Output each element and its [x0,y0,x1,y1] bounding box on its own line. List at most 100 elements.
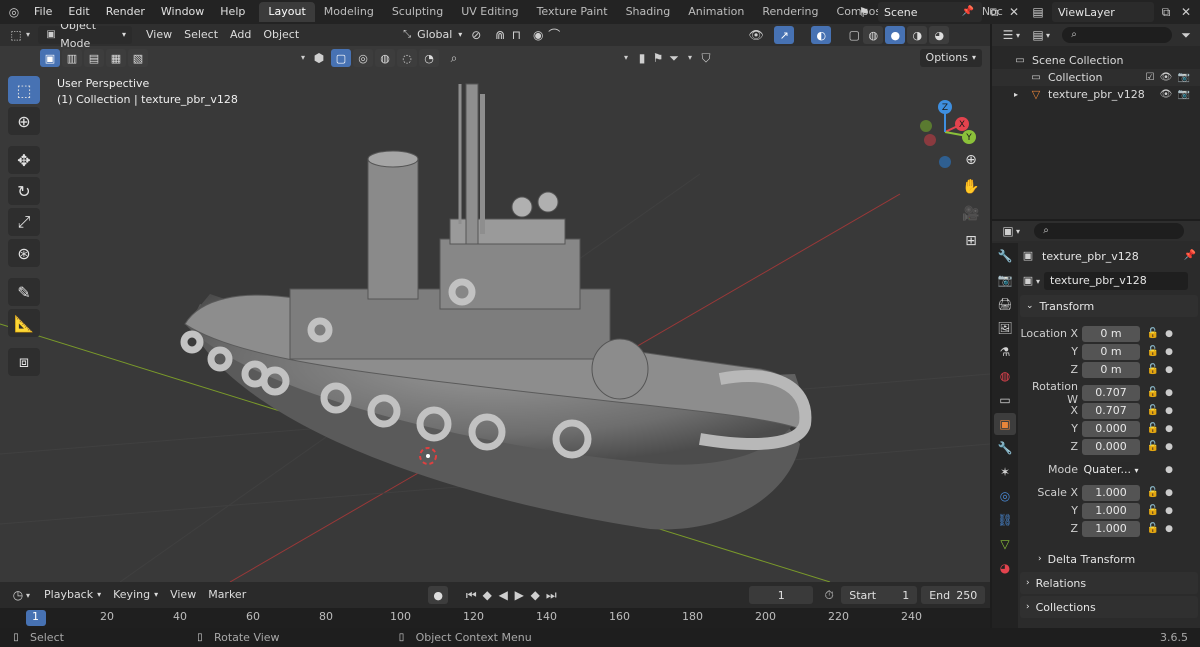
new-scene-icon[interactable]: ⧉ [986,4,1002,20]
lock-icon[interactable]: 🔓 [1146,487,1160,498]
menu-timeline-view[interactable]: View [164,586,202,604]
snap-target-icon[interactable]: ⊓ [508,27,524,43]
perspective-grid-icon[interactable]: ⊞ [958,229,984,253]
filter-text-icon[interactable]: ◔ [419,49,439,67]
overlays-toggle-icon[interactable]: ◐ [811,26,832,44]
material-tab-icon[interactable]: ◕ [994,557,1016,579]
constraints-tab-icon[interactable]: ⛓ [994,509,1016,531]
rotation-x-field[interactable]: 0.707 [1082,402,1140,419]
timeline-ruler[interactable]: 1 20 40 60 80 100 120 140 160 180 200 22… [0,608,990,628]
menu-keying[interactable]: Keying ▾ [107,586,164,604]
move-tool-icon[interactable]: ✥ [8,146,40,174]
menu-marker[interactable]: Marker [202,586,252,604]
view-layer-selector[interactable]: ViewLayer [1052,2,1154,22]
location-z-field[interactable]: 0 m [1082,361,1140,378]
properties-search-input[interactable]: ⌕ [1034,223,1185,239]
collections-panel-header[interactable]: › Collections [1020,596,1198,618]
tugboat-model[interactable] [180,83,812,530]
scale-x-field[interactable]: 1.000 [1082,484,1140,501]
tab-sculpting[interactable]: Sculpting [383,2,452,22]
start-frame-field[interactable]: Start 1 [841,586,918,604]
outliner-row-collection[interactable]: ▭ Collection ☑ 👁 📷 [992,69,1200,86]
outliner-row-object[interactable]: ▸ ▽ texture_pbr_v128 👁 📷 [992,86,1200,103]
snap-icon[interactable]: ⋒ [492,27,508,43]
lock-icon[interactable]: 🔓 [1146,523,1160,534]
delete-scene-icon[interactable]: ✕ [1006,4,1022,20]
filter-icon[interactable]: ⏷ [666,50,682,66]
delete-view-layer-icon[interactable]: ✕ [1178,4,1194,20]
filter-curve-icon[interactable]: ◎ [353,49,373,67]
select-box-mode-icon[interactable]: ▣ [40,49,60,67]
output-tab-icon[interactable]: 🖨 [994,293,1016,315]
gizmo-toggle-icon[interactable]: ↗ [774,26,795,44]
view-layer-tab-icon[interactable]: 🖼 [994,317,1016,339]
keyframe-dot-icon[interactable]: ● [1164,465,1174,475]
search-icon[interactable]: ⌕ [446,50,462,66]
lock-icon[interactable]: 🔓 [1146,328,1160,339]
select-subtract-icon[interactable]: ▤ [84,49,104,67]
menu-help[interactable]: Help [212,0,253,24]
editor-type-icon[interactable]: ▣ [1000,223,1016,239]
menu-select[interactable]: Select [178,26,224,44]
end-frame-field[interactable]: End 250 [921,586,986,604]
outliner-row-scene-collection[interactable]: ▭ Scene Collection [992,52,1200,69]
location-y-field[interactable]: 0 m [1082,343,1140,360]
menu-view[interactable]: View [140,26,178,44]
transform-tool-icon[interactable]: ⊛ [8,239,40,267]
chevron-down-icon[interactable]: ▾ [295,50,311,66]
keyframe-dot-icon[interactable]: ● [1164,329,1174,339]
record-icon[interactable]: ● [428,586,449,604]
select-invert-icon[interactable]: ▦ [106,49,126,67]
blender-logo-icon[interactable]: ◎ [6,4,22,20]
current-frame-field[interactable]: 1 [749,586,814,604]
menu-object[interactable]: Object [257,26,305,44]
keyframe-dot-icon[interactable]: ● [1164,488,1174,498]
jump-keyframe-back-icon[interactable]: ◆ [479,587,495,603]
exclude-checkbox-icon[interactable]: ☑ [1142,70,1158,86]
stopwatch-icon[interactable]: ⏱ [821,587,837,603]
select-extend-icon[interactable]: ▥ [62,49,82,67]
mode-selector[interactable]: ▣ Object Mode ▾ [38,24,132,50]
filter-icon[interactable]: ⏷ [1178,27,1194,43]
tab-modeling[interactable]: Modeling [315,2,383,22]
keyframe-dot-icon[interactable]: ● [1164,365,1174,375]
camera-view-icon[interactable]: 🎥 [958,202,984,226]
keyframe-dot-icon[interactable]: ● [1164,388,1174,398]
transform-panel-header[interactable]: ⌄ Transform [1020,295,1198,317]
play-reverse-icon[interactable]: ◀ [495,587,511,603]
lock-icon[interactable]: 🔓 [1146,423,1160,434]
filter-mesh-icon[interactable]: ▢ [331,49,351,67]
measure-tool-icon[interactable]: 📐 [8,309,40,337]
lock-icon[interactable]: 🔓 [1146,387,1160,398]
scale-y-field[interactable]: 1.000 [1082,502,1140,519]
relations-panel-header[interactable]: › Relations [1020,572,1198,594]
lock-icon[interactable]: 🔓 [1146,441,1160,452]
object-type-filter-icon[interactable]: ⬢ [311,50,327,66]
editor-type-icon[interactable]: ⬚ [8,27,24,43]
select-intersect-icon[interactable]: ▧ [128,49,148,67]
menu-edit[interactable]: Edit [60,0,97,24]
flag-icon[interactable]: ⚑ [650,50,666,66]
rotate-tool-icon[interactable]: ↻ [8,177,40,205]
pin-icon[interactable]: 📌 [960,4,976,20]
filter-meta-icon[interactable]: ◌ [397,49,417,67]
rotation-w-field[interactable]: 0.707 [1082,384,1140,401]
keyframe-dot-icon[interactable]: ● [1164,406,1174,416]
eye-icon[interactable]: 👁 [1158,87,1174,103]
tab-animation[interactable]: Animation [679,2,753,22]
physics-tab-icon[interactable]: ◎ [994,485,1016,507]
object-tab-icon[interactable]: ▣ [994,413,1016,435]
data-tab-icon[interactable]: ▽ [994,533,1016,555]
zoom-icon[interactable]: ⊕ [958,148,984,172]
falloff-icon[interactable]: ⌒ [546,27,562,43]
tab-uv-editing[interactable]: UV Editing [452,2,527,22]
shield-icon[interactable]: ⛉ [698,50,714,66]
render-tab-icon[interactable]: 📷 [994,269,1016,291]
gizmo-neg-x[interactable] [924,134,936,146]
camera-icon[interactable]: 📷 [1176,87,1192,103]
modifier-tab-icon[interactable]: 🔧 [994,437,1016,459]
jump-keyframe-forward-icon[interactable]: ◆ [527,587,543,603]
scene-tab-icon[interactable]: ⚗ [994,341,1016,363]
tab-rendering[interactable]: Rendering [753,2,827,22]
play-icon[interactable]: ▶ [511,587,527,603]
